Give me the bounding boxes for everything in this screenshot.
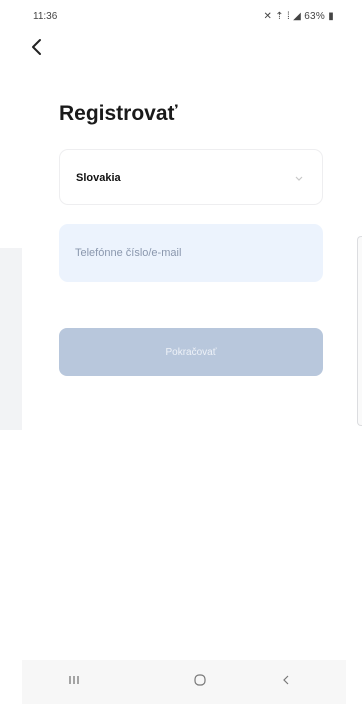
home-icon (194, 674, 206, 686)
back-arrow-icon (32, 39, 41, 55)
background-panel-left (0, 248, 22, 430)
recents-button[interactable] (62, 672, 86, 692)
country-select[interactable]: Slovakia (59, 149, 323, 205)
status-time: 11:36 (33, 11, 58, 22)
page-title: Registrovať (59, 102, 178, 125)
navigation-bar (22, 660, 346, 704)
status-bar: 11:36 ✕ ⇡ ⁞ ◢ 63% ▮ (22, 0, 346, 30)
status-icons: ✕ ⇡ ⁞ ◢ 63% ▮ (263, 11, 334, 22)
country-value: Slovakia (76, 172, 121, 184)
battery-icon: ▮ (325, 11, 334, 22)
nav-back-button[interactable] (274, 672, 298, 692)
chevron-down-icon (295, 176, 303, 181)
recents-icon (69, 676, 79, 684)
continue-button[interactable]: Pokračovať (59, 328, 323, 376)
phone-screen: 11:36 ✕ ⇡ ⁞ ◢ 63% ▮ Registrovať Slovakia… (22, 0, 346, 704)
battery-percent: 63% (304, 11, 326, 22)
nav-back-icon (283, 675, 289, 685)
background-panel-right (357, 236, 362, 426)
phone-email-input[interactable] (59, 224, 323, 282)
status-indicators-icon: ✕ ⇡ ⁞ ◢ (263, 11, 305, 22)
back-button[interactable] (30, 38, 52, 60)
home-button[interactable] (188, 672, 212, 692)
